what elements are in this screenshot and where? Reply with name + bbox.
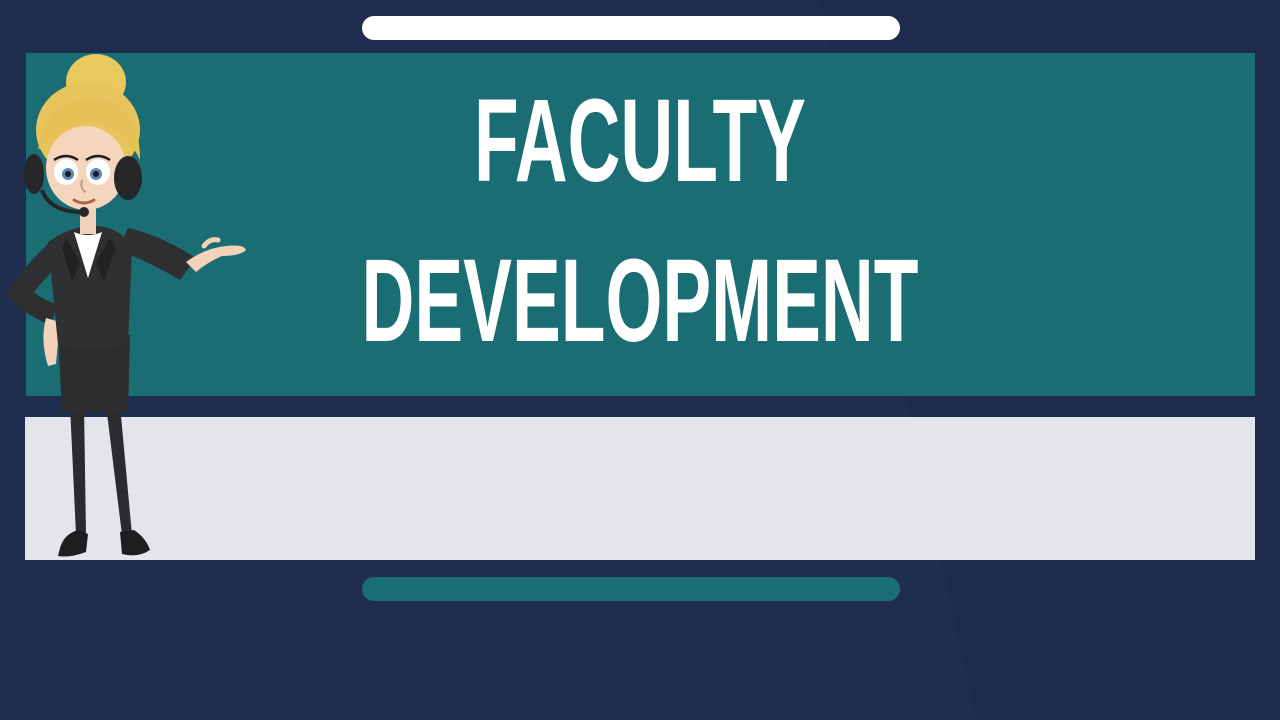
title-line-1: FACULTY [474,75,806,207]
top-pill-bar [362,16,900,40]
presenter-illustration [6,54,246,557]
title-line-2: DEVELOPMENT [361,235,919,367]
bottom-pill-bar [362,577,900,601]
